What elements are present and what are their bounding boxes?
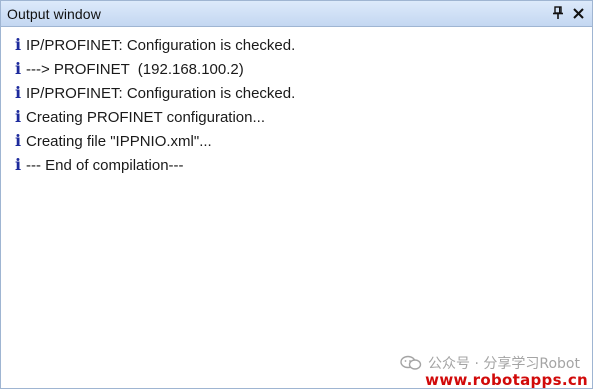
log-entry[interactable]: i IP/PROFINET: Configuration is checked.: [11, 81, 295, 105]
info-icon: i: [14, 155, 22, 174]
pin-button[interactable]: [550, 5, 566, 21]
log-entry-text: Creating file "IPPNIO.xml"...: [26, 132, 212, 150]
close-icon: [572, 7, 584, 19]
output-window-titlebar[interactable]: Output window: [1, 1, 592, 27]
info-icon: i: [14, 83, 22, 102]
log-entry-text: --- End of compilation---: [26, 156, 184, 174]
info-icon: i: [14, 35, 22, 54]
watermark-channel-text: 公众号 · 分享学习Robot: [428, 356, 580, 372]
info-icon: i: [14, 59, 22, 78]
log-entry[interactable]: i --- End of compilation---: [11, 153, 295, 177]
log-entry-text: IP/PROFINET: Configuration is checked.: [26, 84, 296, 102]
log-entry[interactable]: i Creating PROFINET configuration...: [11, 105, 295, 129]
close-button[interactable]: [570, 5, 586, 21]
log-entry-text: IP/PROFINET: Configuration is checked.: [26, 36, 296, 54]
output-log-list: i IP/PROFINET: Configuration is checked.…: [11, 33, 295, 177]
watermark-channel: 公众号 · 分享学习Robot: [400, 353, 580, 373]
log-entry-text: ---> PROFINET (192.168.100.2): [26, 60, 244, 78]
wechat-logo-icon: [400, 355, 422, 370]
info-icon: i: [14, 131, 22, 150]
window-title: Output window: [7, 6, 101, 22]
log-entry-text: Creating PROFINET configuration...: [26, 108, 265, 126]
pin-icon: [553, 6, 563, 19]
output-window: Output window i IP/PROFINET: Configurati…: [0, 0, 593, 389]
log-entry[interactable]: i Creating file "IPPNIO.xml"...: [11, 129, 295, 153]
watermark-url: www.robotapps.cn: [425, 371, 588, 389]
log-entry[interactable]: i IP/PROFINET: Configuration is checked.: [11, 33, 295, 57]
log-entry[interactable]: i ---> PROFINET (192.168.100.2): [11, 57, 295, 81]
info-icon: i: [14, 107, 22, 126]
output-log-area[interactable]: i IP/PROFINET: Configuration is checked.…: [1, 27, 592, 389]
